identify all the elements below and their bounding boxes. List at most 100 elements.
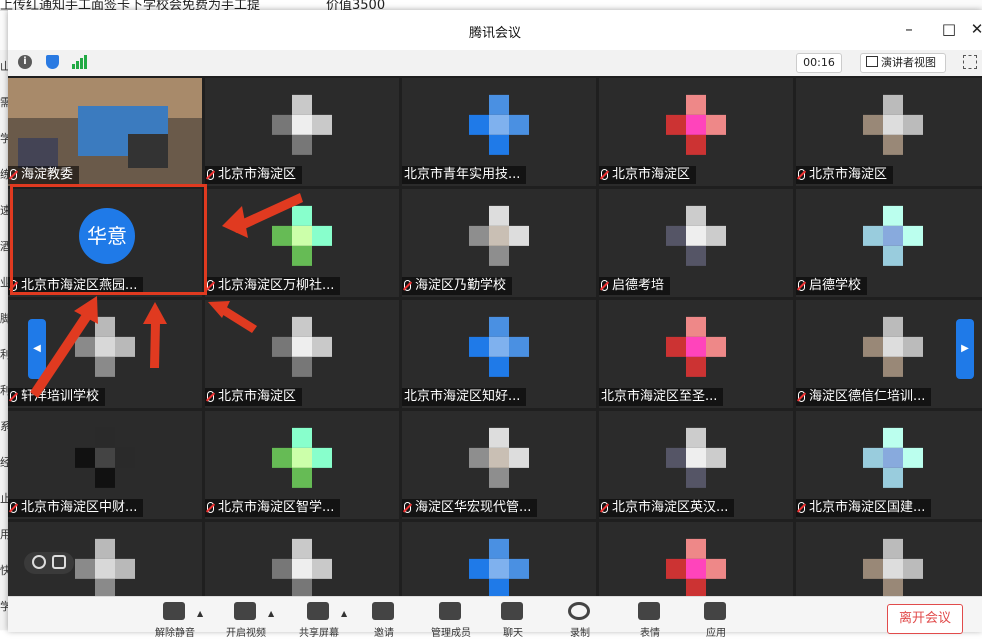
maximize-button[interactable]: □ xyxy=(940,20,958,38)
background-char: 业 xyxy=(0,276,8,289)
toolbar-button[interactable]: 表情 xyxy=(630,600,670,639)
pixelated-avatar xyxy=(863,538,923,603)
minimize-button[interactable]: – xyxy=(900,20,918,38)
participant-tile[interactable]: 北京市海淀区国建... xyxy=(796,411,982,519)
pixelated-avatar xyxy=(863,427,923,492)
participant-tile[interactable]: 海淀区华宏现代管... xyxy=(402,411,596,519)
toolbar-label: 管理成员 xyxy=(431,628,471,639)
participant-name: 北京市海淀区 xyxy=(599,166,697,184)
background-char: 用 xyxy=(0,528,8,541)
participant-tile[interactable]: 启德学校 xyxy=(796,189,982,297)
toolbar-button[interactable]: 邀请 xyxy=(364,600,404,639)
participant-tile[interactable]: 北京市海淀区英汉... xyxy=(599,411,793,519)
background-char: 学 xyxy=(0,600,8,613)
pixelated-avatar xyxy=(863,94,923,159)
toolbar-button[interactable]: 应用 xyxy=(696,600,736,639)
background-char: 需 xyxy=(0,96,8,109)
participant-tile[interactable]: 北京市海淀区知好... xyxy=(402,300,596,408)
speaker-view-button[interactable]: 演讲者视图 xyxy=(860,53,946,73)
meeting-info-bar: i 00:16 演讲者视图 xyxy=(8,50,982,77)
toolbar-button[interactable]: 聊天 xyxy=(493,600,533,639)
participant-tile[interactable]: 启德考培 xyxy=(599,189,793,297)
participant-tile[interactable]: 北京市海淀区智学... xyxy=(205,411,399,519)
participant-tile[interactable]: 北京市海淀区至圣... xyxy=(599,300,793,408)
chat-icon xyxy=(501,602,523,620)
participant-tile[interactable]: 北京市海淀区 xyxy=(599,78,793,186)
meeting-toolbar: 离开会议 解除静音 ▲ 开启视频 ▲ 共享屏幕 ▲ 邀请 管理成员 聊天 录制 表情 应用 xyxy=(8,596,982,639)
participant-name: 北京市海淀区至圣... xyxy=(599,388,724,406)
toolbar-button[interactable]: 解除静音 xyxy=(155,600,195,639)
participant-name: 北京海淀区万柳社... xyxy=(205,277,341,295)
participant-name-text: 海淀区德信仁培训... xyxy=(809,389,926,404)
leave-meeting-button[interactable]: 离开会议 xyxy=(887,604,963,634)
participant-tile[interactable]: 海淀区德信仁培训... xyxy=(796,300,982,408)
next-page-button[interactable]: ▶ xyxy=(956,319,974,379)
chevron-up-icon[interactable]: ▲ xyxy=(268,609,274,618)
mic-muted-icon xyxy=(207,391,214,402)
participant-name: 海淀区德信仁培训... xyxy=(796,388,932,406)
participant-name: 北京市海淀区 xyxy=(205,166,303,184)
mic-muted-icon xyxy=(601,169,608,180)
speaker-view-label: 演讲者视图 xyxy=(881,56,936,69)
mic-muted-icon xyxy=(601,280,608,291)
members-icon xyxy=(439,602,461,620)
chevron-up-icon[interactable]: ▲ xyxy=(197,609,203,618)
participant-tile[interactable]: 海淀教委 xyxy=(8,78,202,186)
chat-bubble-icon[interactable] xyxy=(24,552,74,574)
participant-tile[interactable]: 北京市海淀区 xyxy=(796,78,982,186)
mic-muted-icon xyxy=(798,169,805,180)
pixelated-avatar xyxy=(666,316,726,381)
pixelated-avatar xyxy=(469,205,529,270)
participant-tile[interactable]: 北京市海淀区 xyxy=(205,78,399,186)
participant-name: 北京市海淀区智学... xyxy=(205,499,341,517)
mic-muted-icon xyxy=(798,280,805,291)
participant-name: 北京市海淀区中财... xyxy=(8,499,144,517)
participant-tile[interactable]: 北京海淀区万柳社... xyxy=(205,189,399,297)
pixelated-avatar xyxy=(469,316,529,381)
pixelated-avatar xyxy=(272,94,332,159)
mic-muted-icon xyxy=(10,502,17,513)
toolbar-button[interactable]: 共享屏幕 xyxy=(299,600,339,639)
background-char: 山 xyxy=(0,60,8,73)
participant-tile[interactable]: 北京市青年实用技... xyxy=(402,78,596,186)
info-icon[interactable]: i xyxy=(18,55,32,69)
emoji-icon xyxy=(638,602,660,620)
pixelated-avatar xyxy=(666,205,726,270)
fullscreen-icon[interactable] xyxy=(963,55,977,69)
chevron-up-icon[interactable]: ▲ xyxy=(341,609,347,618)
participant-name: 北京市海淀区 xyxy=(796,166,894,184)
participant-name-text: 北京市海淀区至圣... xyxy=(601,389,718,404)
meeting-window: 腾讯会议 – □ ✕ i 00:16 演讲者视图 海淀教委 北京市海淀区 北京市青年… xyxy=(8,10,982,639)
toolbar-label: 聊天 xyxy=(503,628,523,639)
prev-page-button[interactable]: ◀ xyxy=(28,319,46,379)
mic-muted-icon xyxy=(163,602,185,620)
participant-name-text: 北京市海淀区英汉... xyxy=(612,500,729,515)
pixelated-avatar xyxy=(272,538,332,603)
mic-muted-icon xyxy=(404,280,411,291)
pixelated-avatar xyxy=(272,427,332,492)
shield-icon[interactable] xyxy=(46,55,59,69)
background-char: 速 xyxy=(0,204,8,217)
camera-off-icon xyxy=(234,602,256,620)
close-button[interactable]: ✕ xyxy=(968,20,982,38)
participant-tile[interactable]: 北京市海淀区中财... xyxy=(8,411,202,519)
toolbar-button[interactable]: 管理成员 xyxy=(431,600,471,639)
toolbar-button[interactable]: 开启视频 xyxy=(226,600,266,639)
participant-name: 海淀区华宏现代管... xyxy=(402,499,538,517)
participant-name: 北京市海淀区 xyxy=(205,388,303,406)
window-title: 腾讯会议 xyxy=(468,26,521,41)
participant-name: 海淀区乃勤学校 xyxy=(402,277,513,295)
share-screen-icon xyxy=(307,602,329,620)
participant-tile[interactable]: 海淀区乃勤学校 xyxy=(402,189,596,297)
participant-name-text: 北京市海淀区中财... xyxy=(21,500,138,515)
participant-name: 北京市青年实用技... xyxy=(402,166,527,184)
background-char: 练 xyxy=(0,168,8,181)
participant-tile[interactable]: 北京市海淀区 xyxy=(205,300,399,408)
apps-icon xyxy=(704,602,726,620)
toolbar-button[interactable]: 录制 xyxy=(560,600,600,639)
participant-name-text: 北京市海淀区 xyxy=(218,389,297,404)
signal-icon[interactable] xyxy=(72,55,88,69)
pixelated-avatar xyxy=(863,205,923,270)
pixelated-avatar xyxy=(863,316,923,381)
background-char: 酒 xyxy=(0,240,8,253)
